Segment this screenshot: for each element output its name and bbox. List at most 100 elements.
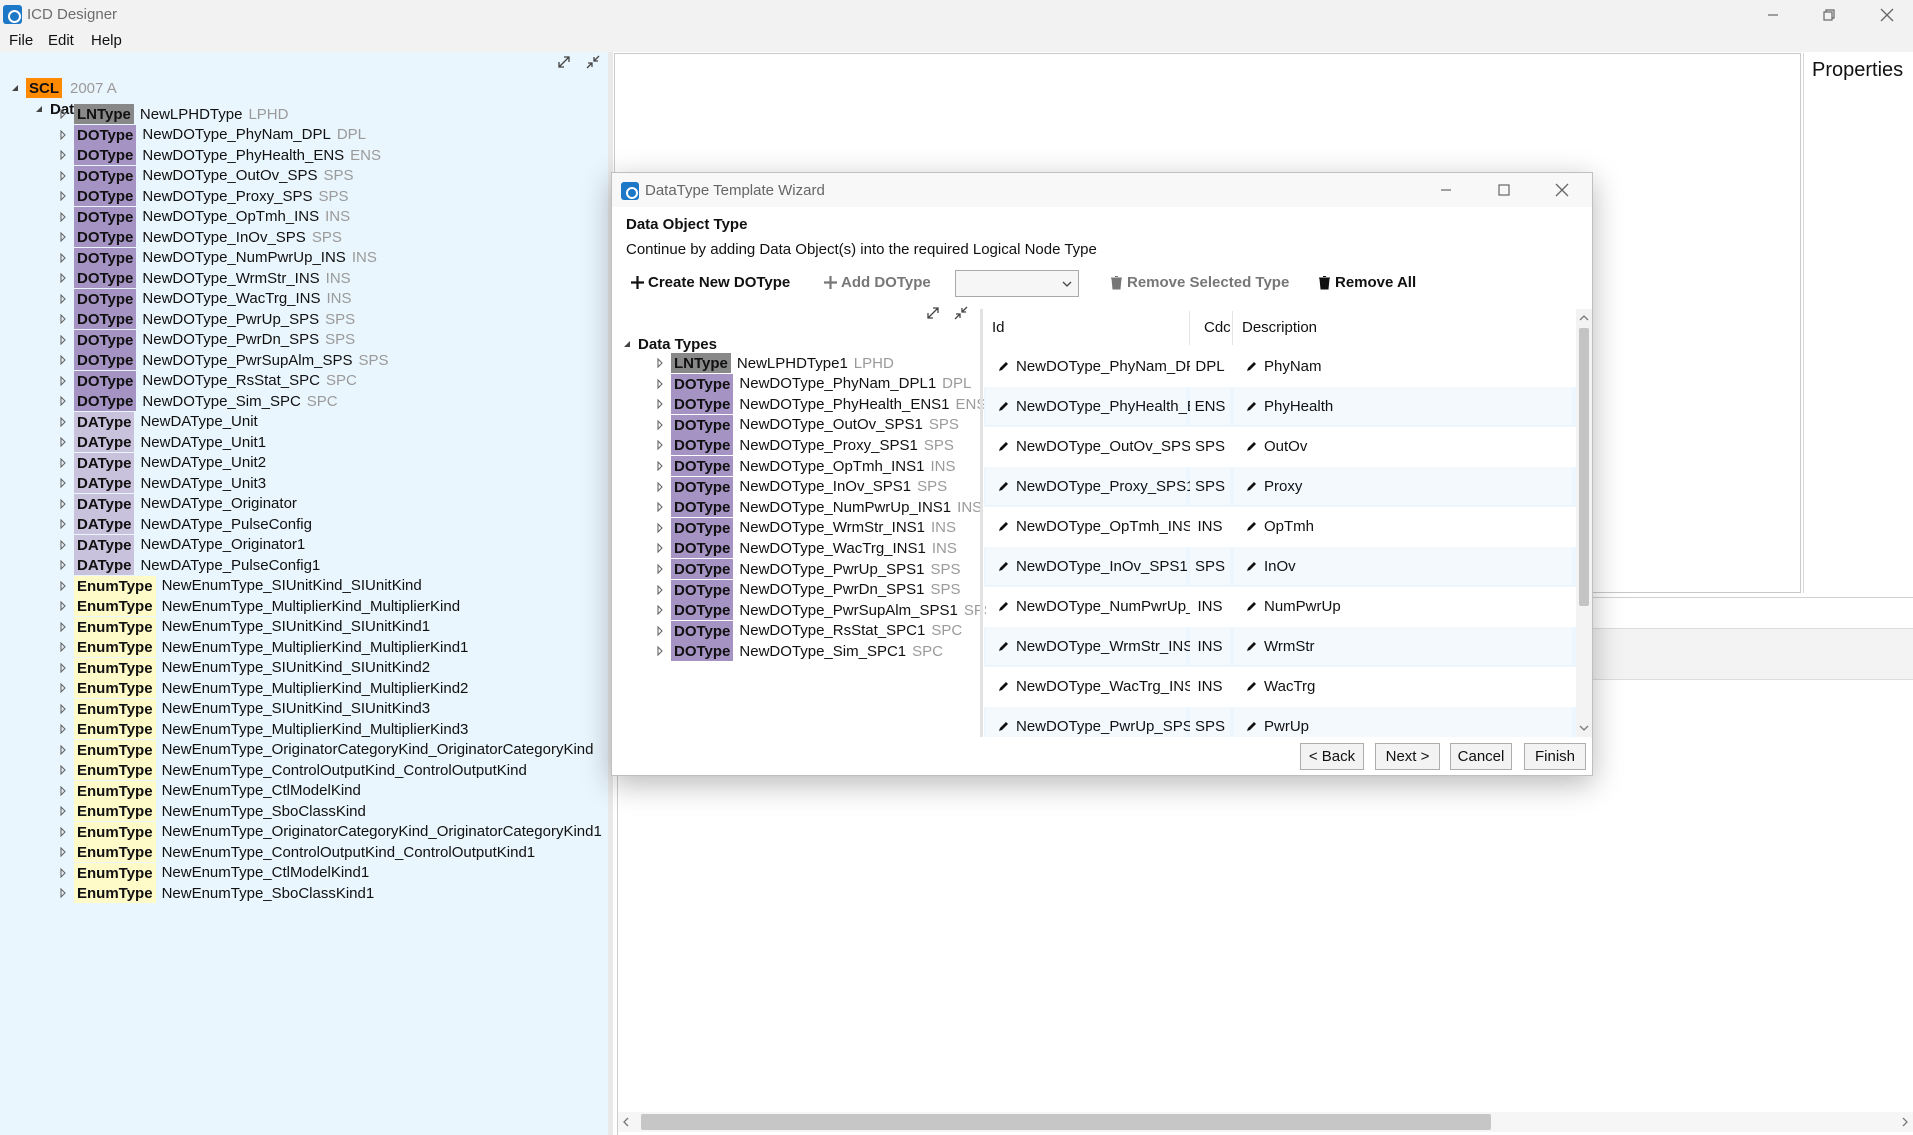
- dialog-tree-item[interactable]: DOType NewDOType_InOv_SPS1 SPS: [655, 476, 947, 498]
- tree-item[interactable]: DOType NewDOType_WrmStr_INS INS: [58, 267, 351, 289]
- tree-item[interactable]: DOType NewDOType_PwrSupAlm_SPS SPS: [58, 349, 389, 371]
- menu-edit[interactable]: Edit: [48, 32, 74, 49]
- collapsed-arrow-icon[interactable]: [58, 416, 68, 427]
- dialog-tree-item[interactable]: DOType NewDOType_PwrUp_SPS1 SPS: [655, 558, 961, 580]
- column-header-cdc[interactable]: Cdc: [1204, 319, 1231, 336]
- id-cell[interactable]: NewDOType_InOv_SPS1: [986, 547, 1188, 585]
- grid-row[interactable]: NewDOType_PhyNam_DPL1 DPL PhyNam: [984, 347, 1576, 387]
- dialog-tree-item[interactable]: DOType NewDOType_Proxy_SPS1 SPS: [655, 434, 954, 456]
- scroll-up-icon[interactable]: [1578, 313, 1590, 323]
- tree-item[interactable]: EnumType NewEnumType_CtlModelKind1: [58, 862, 369, 884]
- id-cell[interactable]: NewDOType_WrmStr_INS1: [986, 627, 1202, 665]
- description-cell[interactable]: WrmStr: [1234, 627, 1572, 665]
- dialog-tree-item[interactable]: DOType NewDOType_OpTmh_INS1 INS: [655, 455, 956, 477]
- remove-all-button[interactable]: Remove All: [1317, 274, 1416, 291]
- tree-item[interactable]: DAType NewDAType_PulseConfig1: [58, 554, 320, 576]
- minimize-icon[interactable]: [1762, 4, 1784, 26]
- collapsed-arrow-icon[interactable]: [58, 252, 68, 263]
- id-cell[interactable]: NewDOType_OutOv_SPS1: [986, 427, 1199, 465]
- collapsed-arrow-icon[interactable]: [655, 543, 665, 554]
- back-button[interactable]: < Back: [1300, 743, 1364, 770]
- collapsed-arrow-icon[interactable]: [655, 481, 665, 492]
- column-header-id[interactable]: Id: [992, 319, 1005, 336]
- menu-file[interactable]: File: [9, 32, 33, 49]
- id-cell[interactable]: NewDOType_Proxy_SPS1: [986, 467, 1194, 505]
- restore-icon[interactable]: [1818, 4, 1840, 26]
- grid-row[interactable]: NewDOType_InOv_SPS1 SPS InOv: [984, 547, 1576, 587]
- tree-item[interactable]: EnumType NewEnumType_ControlOutputKind_Co…: [58, 841, 535, 863]
- grid-row[interactable]: NewDOType_WacTrg_INS1 INS WacTrg: [984, 667, 1576, 707]
- collapsed-arrow-icon[interactable]: [58, 539, 68, 550]
- collapsed-arrow-icon[interactable]: [58, 109, 68, 119]
- expand-all-icon[interactable]: [556, 54, 572, 70]
- description-cell[interactable]: PhyHealth: [1234, 387, 1572, 425]
- collapsed-arrow-icon[interactable]: [58, 826, 68, 837]
- tree-item[interactable]: DOType NewDOType_Sim_SPC SPC: [58, 390, 338, 412]
- expanded-arrow-icon[interactable]: [34, 104, 44, 114]
- collapsed-arrow-icon[interactable]: [58, 867, 68, 878]
- description-cell[interactable]: NumPwrUp: [1234, 587, 1572, 625]
- id-cell[interactable]: NewDOType_PhyNam_DPL1: [986, 347, 1213, 385]
- scroll-right-icon[interactable]: [1901, 1117, 1909, 1127]
- collapse-all-icon[interactable]: [953, 305, 969, 321]
- create-new-dotype-button[interactable]: Create New DOType: [630, 274, 790, 291]
- cancel-button[interactable]: Cancel: [1450, 743, 1512, 770]
- tree-item[interactable]: DOType NewDOType_InOv_SPS SPS: [58, 226, 342, 248]
- dialog-tree-item[interactable]: DOType NewDOType_RsStat_SPC1 SPC: [655, 620, 962, 642]
- collapsed-arrow-icon[interactable]: [58, 457, 68, 468]
- tree-item[interactable]: DOType NewDOType_WacTrg_INS INS: [58, 288, 352, 310]
- grid-row[interactable]: NewDOType_PhyHealth_ENS1 ENS PhyHealth: [984, 387, 1576, 427]
- collapsed-arrow-icon[interactable]: [58, 375, 68, 386]
- collapsed-arrow-icon[interactable]: [58, 806, 68, 816]
- tree-item[interactable]: DOType NewDOType_PwrDn_SPS SPS: [58, 329, 355, 351]
- collapsed-arrow-icon[interactable]: [655, 564, 665, 574]
- tree-item[interactable]: EnumType NewEnumType_SIUnitKind_SIUnitKin…: [58, 657, 430, 679]
- tree-item[interactable]: LNType NewLPHDType LPHD: [58, 103, 288, 125]
- collapsed-arrow-icon[interactable]: [58, 273, 68, 283]
- collapsed-arrow-icon[interactable]: [58, 355, 68, 365]
- collapsed-arrow-icon[interactable]: [58, 662, 68, 673]
- dialog-tree-item[interactable]: DOType NewDOType_WrmStr_INS1 INS: [655, 517, 956, 539]
- expand-all-icon[interactable]: [925, 305, 941, 321]
- grid-row[interactable]: NewDOType_OpTmh_INS1 INS OpTmh: [984, 507, 1576, 547]
- tree-item[interactable]: DAType NewDAType_Unit: [58, 411, 258, 433]
- dialog-tree-item[interactable]: DOType NewDOType_PhyHealth_ENS1 ENS: [655, 393, 986, 415]
- collapsed-arrow-icon[interactable]: [58, 642, 68, 652]
- collapsed-arrow-icon[interactable]: [58, 888, 68, 898]
- collapsed-arrow-icon[interactable]: [58, 765, 68, 775]
- tree-item[interactable]: DAType NewDAType_PulseConfig: [58, 513, 312, 535]
- collapsed-arrow-icon[interactable]: [58, 560, 68, 570]
- dialog-tree-item[interactable]: DOType NewDOType_PwrDn_SPS1 SPS: [655, 579, 961, 601]
- tree-item[interactable]: DAType NewDAType_Originator1: [58, 534, 305, 556]
- collapsed-arrow-icon[interactable]: [655, 378, 665, 389]
- add-dotype-button[interactable]: Add DOType: [823, 274, 931, 291]
- tree-item[interactable]: DAType NewDAType_Unit1: [58, 431, 266, 453]
- tree-item[interactable]: EnumType NewEnumType_MultiplierKind_Multi…: [58, 595, 460, 617]
- tree-item[interactable]: EnumType NewEnumType_CtlModelKind: [58, 780, 361, 802]
- tree-item[interactable]: EnumType NewEnumType_SboClassKind: [58, 800, 366, 822]
- collapsed-arrow-icon[interactable]: [58, 703, 68, 714]
- tree-item[interactable]: EnumType NewEnumType_MultiplierKind_Multi…: [58, 636, 468, 658]
- column-header-description[interactable]: Description: [1242, 319, 1317, 336]
- collapsed-arrow-icon[interactable]: [58, 478, 68, 488]
- tree-item[interactable]: DAType NewDAType_Unit3: [58, 472, 266, 494]
- tree-item[interactable]: EnumType NewEnumType_OriginatorCategoryKi…: [58, 739, 593, 761]
- collapsed-arrow-icon[interactable]: [655, 399, 665, 410]
- tree-item[interactable]: EnumType NewEnumType_MultiplierKind_Multi…: [58, 718, 468, 740]
- menu-help[interactable]: Help: [91, 32, 122, 49]
- collapsed-arrow-icon[interactable]: [58, 683, 68, 693]
- collapsed-arrow-icon[interactable]: [655, 502, 665, 513]
- collapsed-arrow-icon[interactable]: [58, 129, 68, 140]
- scroll-down-icon[interactable]: [1578, 723, 1590, 733]
- tree-item[interactable]: DOType NewDOType_PwrUp_SPS SPS: [58, 308, 355, 330]
- tree-item[interactable]: EnumType NewEnumType_SIUnitKind_SIUnitKin…: [58, 616, 430, 638]
- tree-item[interactable]: DOType NewDOType_NumPwrUp_INS INS: [58, 247, 377, 269]
- collapsed-arrow-icon[interactable]: [655, 625, 665, 636]
- dialog-tree-item[interactable]: LNType NewLPHDType1 LPHD: [655, 352, 894, 374]
- tree-item[interactable]: DOType NewDOType_RsStat_SPC SPC: [58, 370, 357, 392]
- collapsed-arrow-icon[interactable]: [58, 396, 68, 406]
- collapsed-arrow-icon[interactable]: [655, 605, 665, 616]
- id-cell[interactable]: NewDOType_WacTrg_INS1: [986, 667, 1202, 705]
- collapsed-arrow-icon[interactable]: [58, 601, 68, 611]
- description-cell[interactable]: PwrUp: [1234, 707, 1572, 737]
